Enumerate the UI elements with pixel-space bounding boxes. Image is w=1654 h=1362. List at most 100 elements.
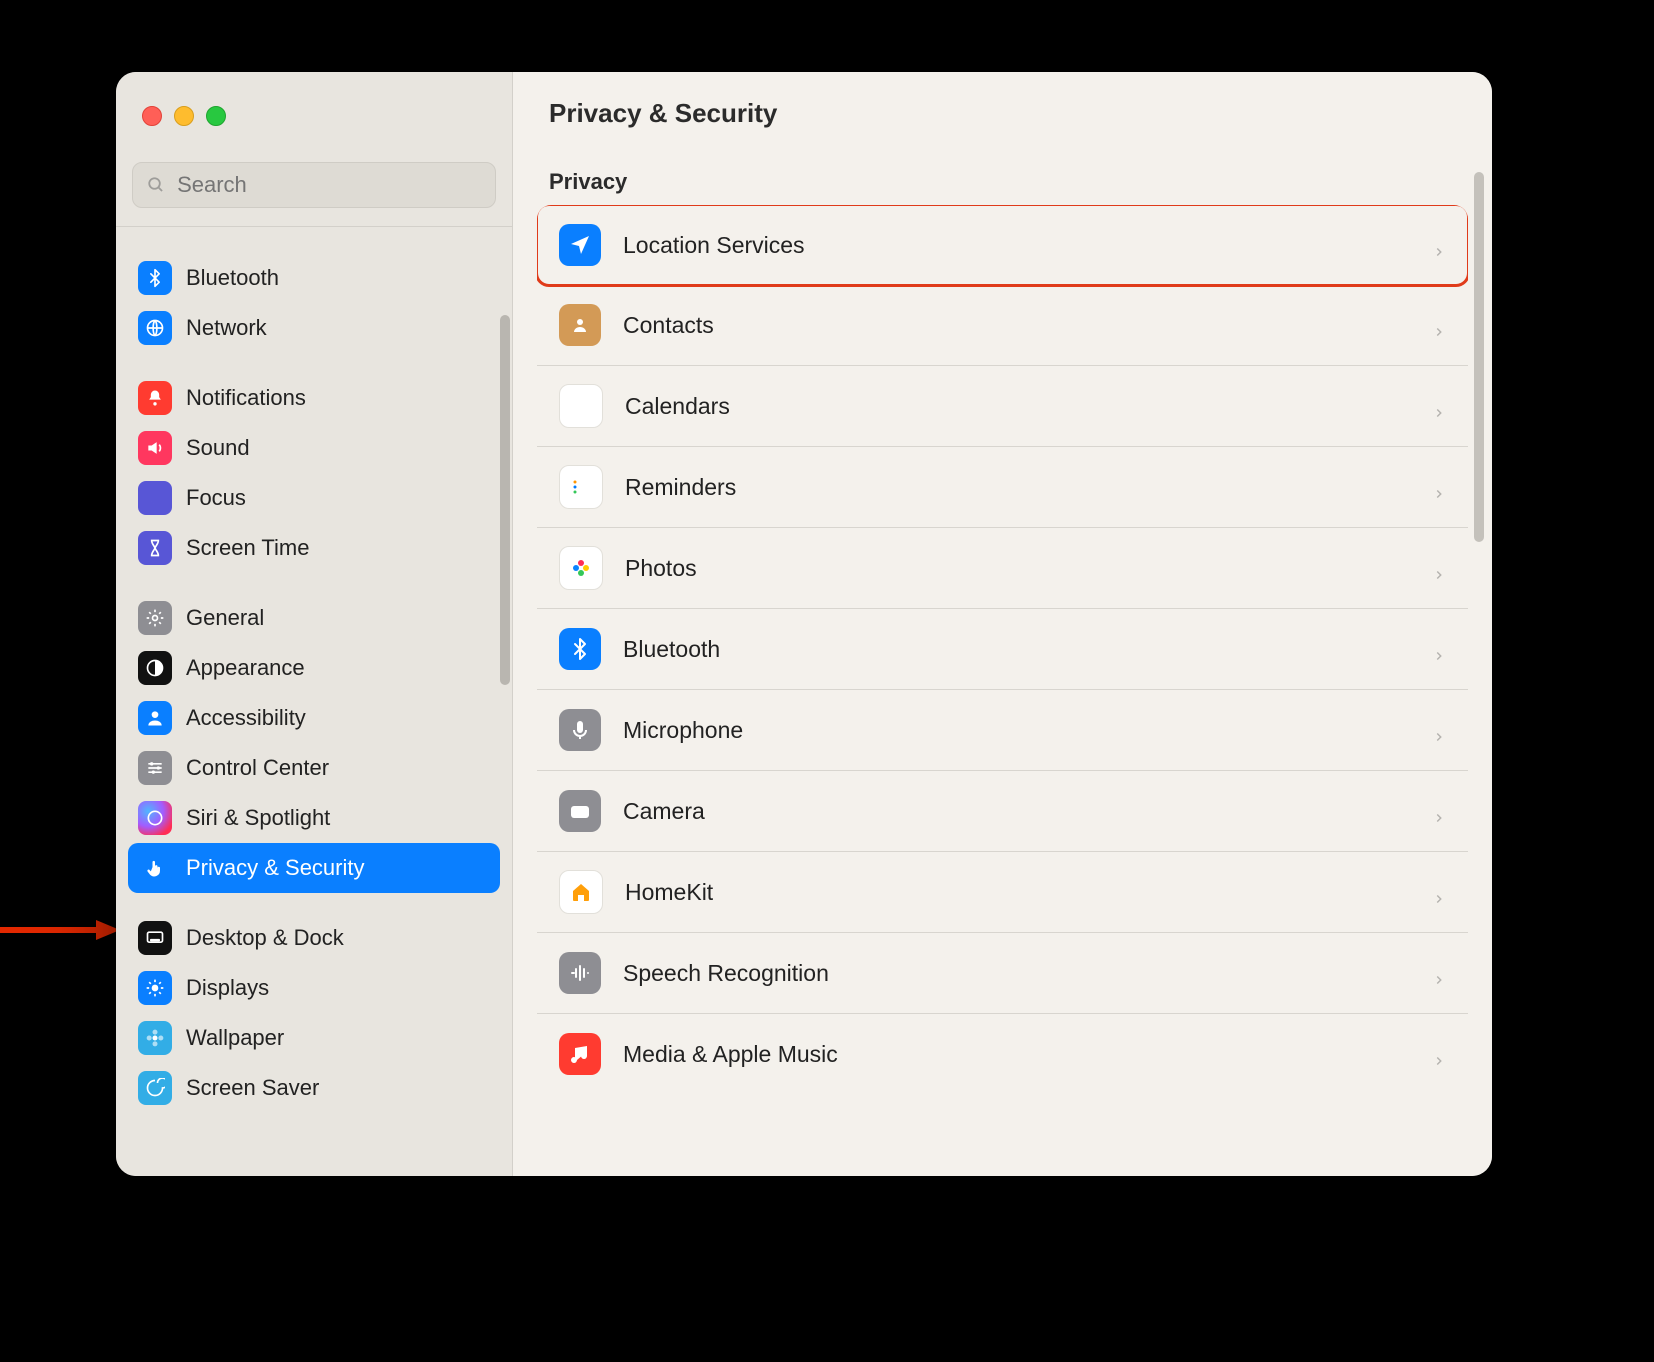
row-label: Reminders [625, 474, 1410, 501]
sidebar-item-label: General [186, 605, 264, 631]
row-label: Microphone [623, 717, 1410, 744]
search-input[interactable] [175, 171, 481, 199]
zoom-window-button[interactable] [206, 106, 226, 126]
row-label: Contacts [623, 312, 1410, 339]
row-label: Media & Apple Music [623, 1041, 1410, 1068]
calendar-icon [559, 384, 603, 428]
sidebar-item-desktop-dock[interactable]: Desktop & Dock [128, 913, 500, 963]
sidebar-item-notifications[interactable]: Notifications [128, 373, 500, 423]
row-label: Camera [623, 798, 1410, 825]
home-icon [559, 870, 603, 914]
sidebar-item-control-center[interactable]: Control Center [128, 743, 500, 793]
chevron-right-icon [1432, 318, 1446, 332]
row-label: Location Services [623, 232, 1410, 259]
privacy-row-microphone[interactable]: Microphone [537, 690, 1468, 771]
row-label: Calendars [625, 393, 1410, 420]
dock-icon [138, 921, 172, 955]
privacy-row-location-services[interactable]: Location Services [537, 205, 1468, 285]
bluetooth-icon [559, 628, 601, 670]
speaker-icon [138, 431, 172, 465]
chevron-right-icon [1432, 966, 1446, 980]
privacy-row-speech-recognition[interactable]: Speech Recognition [537, 933, 1468, 1014]
sidebar-item-label: Focus [186, 485, 246, 511]
privacy-row-camera[interactable]: Camera [537, 771, 1468, 852]
sidebar-item-label: Appearance [186, 655, 305, 681]
photos-icon [559, 546, 603, 590]
globe-icon [138, 311, 172, 345]
row-label: HomeKit [625, 879, 1410, 906]
sidebar-item-appearance[interactable]: Appearance [128, 643, 500, 693]
location-icon [559, 224, 601, 266]
sidebar-scrollbar-thumb[interactable] [500, 315, 510, 685]
sidebar-item-label: Sound [186, 435, 250, 461]
chevron-right-icon [1432, 642, 1446, 656]
sidebar-list: Bluetooth Network Notifications Sound Focus S… [116, 227, 512, 1176]
sidebar-item-label: Privacy & Security [186, 855, 365, 881]
sidebar-item-general[interactable]: General [128, 593, 500, 643]
sidebar-item-label: Desktop & Dock [186, 925, 344, 951]
privacy-row-contacts[interactable]: Contacts [537, 285, 1468, 366]
privacy-row-calendars[interactable]: Calendars [537, 366, 1468, 447]
chevron-right-icon [1432, 804, 1446, 818]
gear-icon [138, 601, 172, 635]
chevron-right-icon [1432, 723, 1446, 737]
sliders-icon [138, 751, 172, 785]
sidebar-item-bluetooth[interactable]: Bluetooth [128, 253, 500, 303]
privacy-row-reminders[interactable]: Reminders [537, 447, 1468, 528]
sidebar-item-wallpaper[interactable]: Wallpaper [128, 1013, 500, 1063]
chevron-right-icon [1432, 399, 1446, 413]
bluetooth-icon [138, 261, 172, 295]
sidebar-item-displays[interactable]: Displays [128, 963, 500, 1013]
sidebar-item-label: Displays [186, 975, 269, 1001]
privacy-row-bluetooth[interactable]: Bluetooth [537, 609, 1468, 690]
page-title: Privacy & Security [549, 98, 1456, 129]
privacy-row-photos[interactable]: Photos [537, 528, 1468, 609]
close-window-button[interactable] [142, 106, 162, 126]
hourglass-icon [138, 531, 172, 565]
section-heading: Privacy [513, 143, 1492, 205]
privacy-row-media-apple-music[interactable]: Media & Apple Music [537, 1014, 1468, 1094]
chevron-right-icon [1432, 885, 1446, 899]
chevron-right-icon [1432, 561, 1446, 575]
siri-icon [138, 801, 172, 835]
contrast-icon [138, 651, 172, 685]
flower-icon [138, 1021, 172, 1055]
sidebar-item-label: Screen Time [186, 535, 310, 561]
annotation-arrow [0, 918, 120, 942]
music-icon [559, 1033, 601, 1075]
chevron-right-icon [1432, 238, 1446, 252]
sidebar-item-label: Wallpaper [186, 1025, 284, 1051]
privacy-row-homekit[interactable]: HomeKit [537, 852, 1468, 933]
moon-icon [138, 481, 172, 515]
window-controls [116, 72, 512, 136]
minimize-window-button[interactable] [174, 106, 194, 126]
sidebar-item-label: Accessibility [186, 705, 306, 731]
content-pane: Privacy & Security Privacy Location Serv… [513, 72, 1492, 1176]
list-icon [559, 465, 603, 509]
sidebar-item-label: Notifications [186, 385, 306, 411]
sidebar-item-label: Screen Saver [186, 1075, 319, 1101]
sidebar-item-sound[interactable]: Sound [128, 423, 500, 473]
sidebar-item-accessibility[interactable]: Accessibility [128, 693, 500, 743]
bell-icon [138, 381, 172, 415]
hand-icon [138, 851, 172, 885]
sidebar-item-screen-saver[interactable]: Screen Saver [128, 1063, 500, 1113]
swirl-icon [138, 1071, 172, 1105]
sun-icon [138, 971, 172, 1005]
sidebar: Bluetooth Network Notifications Sound Focus S… [116, 72, 513, 1176]
privacy-list: Location Services Contacts Calendars Remind… [537, 205, 1468, 1094]
chevron-right-icon [1432, 480, 1446, 494]
sidebar-item-focus[interactable]: Focus [128, 473, 500, 523]
sidebar-item-privacy-security[interactable]: Privacy & Security [128, 843, 500, 893]
row-label: Bluetooth [623, 636, 1410, 663]
waveform-icon [559, 952, 601, 994]
content-scrollbar-thumb[interactable] [1474, 172, 1484, 542]
sidebar-item-network[interactable]: Network [128, 303, 500, 353]
search-field[interactable] [132, 162, 496, 208]
camera-icon [559, 790, 601, 832]
sidebar-item-label: Bluetooth [186, 265, 279, 291]
system-settings-window: Bluetooth Network Notifications Sound Focus S… [116, 72, 1492, 1176]
sidebar-item-screen-time[interactable]: Screen Time [128, 523, 500, 573]
sidebar-item-label: Siri & Spotlight [186, 805, 330, 831]
sidebar-item-siri-spotlight[interactable]: Siri & Spotlight [128, 793, 500, 843]
